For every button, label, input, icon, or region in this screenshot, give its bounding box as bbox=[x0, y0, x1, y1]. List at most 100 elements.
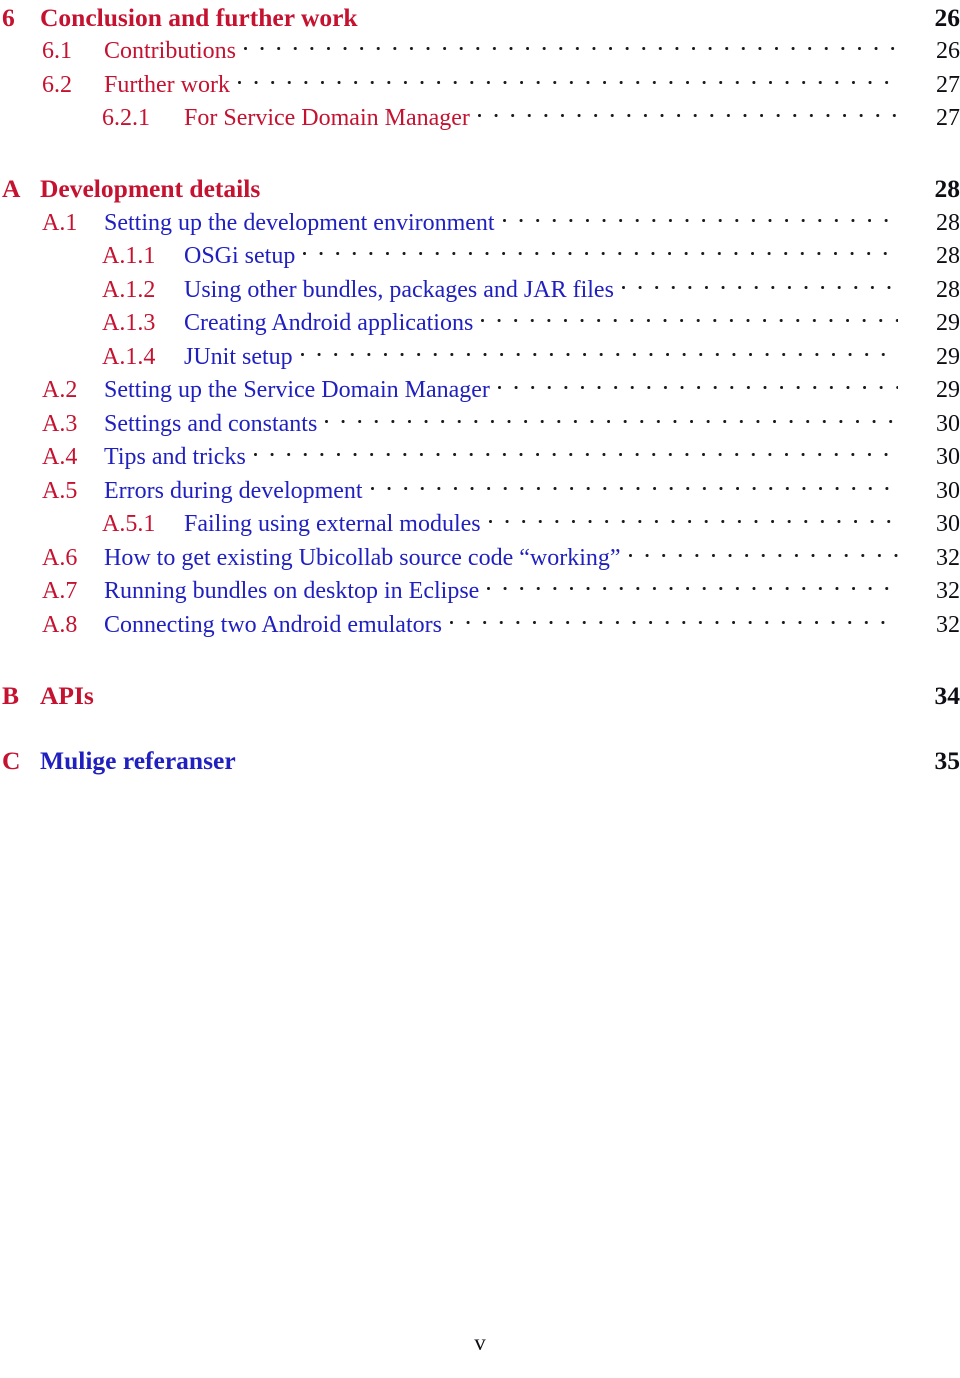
toc-entry-page-number: 28 bbox=[934, 174, 960, 203]
toc-entry[interactable]: 6.2 Further work 27 bbox=[0, 68, 960, 102]
toc-entry-page-number: 27 bbox=[936, 105, 960, 131]
toc-entry[interactable]: C Mulige referanser 35 bbox=[0, 743, 960, 777]
toc-entry[interactable]: A.1.2 Using other bundles, packages and J… bbox=[0, 273, 960, 307]
toc-entry-number: 6.1 bbox=[42, 38, 72, 64]
toc-entry[interactable]: 6.1 Contributions 26 bbox=[0, 34, 960, 68]
toc-entry-title[interactable]: Failing using external modules bbox=[184, 511, 481, 538]
toc-entry-page-number: 32 bbox=[936, 544, 960, 571]
toc-entry-title[interactable]: Connecting two Android emulators bbox=[104, 612, 442, 639]
toc-entry-page-number: 28 bbox=[936, 209, 960, 236]
toc-entry-title[interactable]: OSGi setup bbox=[184, 243, 295, 270]
toc-entry-page-number: 30 bbox=[936, 444, 960, 470]
toc-entry[interactable]: A.3 Settings and constants 30 bbox=[0, 407, 960, 441]
toc-entry[interactable]: A.5 Errors during development 30 bbox=[0, 474, 960, 508]
toc-entry[interactable]: A.8 Connecting two Android emulators 32 bbox=[0, 608, 960, 642]
toc-entry-title[interactable]: Using other bundles, packages and JAR fi… bbox=[184, 277, 614, 304]
toc-entry-number: A.1.4 bbox=[102, 343, 156, 370]
toc-entry[interactable]: A.6 How to get existing Ubicollab source … bbox=[0, 541, 960, 575]
toc-dot-leader bbox=[370, 474, 898, 498]
toc-entry-page-number: 26 bbox=[936, 38, 960, 64]
toc-entry-page-number: 34 bbox=[934, 680, 960, 710]
toc-entry[interactable]: A Development details 28 bbox=[0, 172, 960, 206]
toc-dot-leader bbox=[104, 678, 898, 704]
toc-dot-leader bbox=[244, 34, 898, 58]
toc-dot-leader bbox=[270, 172, 898, 198]
toc-entry-title[interactable]: Mulige referanser bbox=[40, 746, 236, 776]
toc-entry[interactable]: A.1.3 Creating Android applications 29 bbox=[0, 306, 960, 340]
toc-entry[interactable]: A.4 Tips and tricks 30 bbox=[0, 440, 960, 474]
toc-entry-title[interactable]: Creating Android applications bbox=[184, 310, 473, 337]
toc-entry-title[interactable]: Tips and tricks bbox=[104, 444, 246, 471]
toc-entry-title[interactable]: JUnit setup bbox=[184, 344, 293, 371]
toc-entry-title[interactable]: Further work bbox=[104, 72, 230, 99]
toc-entry-title[interactable]: How to get existing Ubicollab source cod… bbox=[104, 545, 621, 572]
toc-entry-number: A bbox=[2, 174, 21, 203]
toc-entry-title[interactable]: APIs bbox=[40, 681, 94, 711]
toc-dot-leader bbox=[237, 68, 898, 92]
table-of-contents: 6 Conclusion and further work 26 6.1 Contrib… bbox=[0, 0, 960, 777]
toc-entry-title[interactable]: For Service Domain Manager bbox=[184, 105, 470, 132]
toc-dot-leader bbox=[497, 373, 898, 397]
toc-entry-page-number: 32 bbox=[936, 611, 960, 638]
toc-entry-number: A.5 bbox=[42, 477, 78, 504]
toc-entry-title[interactable]: Settings and constants bbox=[104, 411, 317, 438]
toc-entry[interactable]: A.2 Setting up the Service Domain Manager… bbox=[0, 373, 960, 407]
toc-dot-leader bbox=[481, 306, 898, 330]
toc-entry-title[interactable]: Running bundles on desktop in Eclipse bbox=[104, 578, 479, 605]
toc-entry-number: A.1.3 bbox=[102, 310, 156, 336]
toc-entry[interactable]: A.1 Setting up the development environmen… bbox=[0, 206, 960, 240]
toc-entry-page-number: 26 bbox=[934, 2, 960, 32]
toc-entry[interactable]: 6 Conclusion and further work 26 bbox=[0, 0, 960, 34]
toc-entry-number: A.2 bbox=[42, 377, 78, 403]
toc-entry-page-number: 30 bbox=[936, 410, 960, 437]
toc-entry-title[interactable]: Errors during development bbox=[104, 478, 363, 505]
toc-entry-number: 6.2.1 bbox=[102, 105, 150, 131]
toc-entry-number: A.1 bbox=[42, 209, 78, 236]
toc-entry-number: B bbox=[2, 680, 20, 710]
toc-entry[interactable]: 6.2.1 For Service Domain Manager 27 bbox=[0, 101, 960, 135]
toc-entry-page-number: 28 bbox=[936, 243, 960, 269]
toc-entry-title[interactable]: Setting up the development environment bbox=[104, 210, 495, 237]
toc-dot-leader bbox=[488, 507, 898, 531]
toc-entry-page-number: 27 bbox=[936, 71, 960, 98]
toc-entry[interactable]: A.5.1 Failing using external modules 30 bbox=[0, 507, 960, 541]
toc-dot-leader bbox=[449, 608, 898, 632]
toc-entry-page-number: 29 bbox=[936, 310, 960, 336]
toc-entry-title[interactable]: Setting up the Service Domain Manager bbox=[104, 377, 490, 404]
toc-entry-number: A.5.1 bbox=[102, 511, 156, 537]
toc-spacer bbox=[0, 712, 960, 743]
toc-entry-title[interactable]: Conclusion and further work bbox=[40, 3, 358, 33]
toc-entry-title[interactable]: Contributions bbox=[104, 38, 236, 65]
toc-dot-leader bbox=[246, 743, 898, 769]
toc-entry-page-number: 30 bbox=[936, 511, 960, 537]
toc-entry-page-number: 35 bbox=[934, 745, 960, 775]
toc-dot-leader bbox=[502, 206, 898, 230]
toc-entry-number: A.1.1 bbox=[102, 243, 156, 269]
toc-dot-leader bbox=[487, 574, 898, 598]
toc-entry-title[interactable]: Development details bbox=[40, 174, 260, 204]
toc-dot-leader bbox=[621, 273, 898, 297]
toc-entry[interactable]: B APIs 34 bbox=[0, 678, 960, 712]
toc-entry-page-number: 30 bbox=[936, 477, 960, 504]
toc-entry-number: A.3 bbox=[42, 410, 78, 437]
toc-entry-number: A.6 bbox=[42, 544, 78, 571]
toc-dot-leader bbox=[368, 0, 898, 26]
toc-entry-number: 6.2 bbox=[42, 71, 72, 98]
toc-entry-page-number: 29 bbox=[936, 377, 960, 403]
toc-spacer bbox=[0, 641, 960, 678]
toc-dot-leader bbox=[628, 541, 898, 565]
toc-entry[interactable]: A.7 Running bundles on desktop in Eclipse… bbox=[0, 574, 960, 608]
toc-entry-page-number: 28 bbox=[936, 276, 960, 303]
toc-entry-page-number: 32 bbox=[936, 578, 960, 604]
toc-entry-number: A.1.2 bbox=[102, 276, 156, 303]
toc-entry-number: A.8 bbox=[42, 611, 78, 638]
toc-entry-number: A.7 bbox=[42, 578, 78, 604]
page-folio: v bbox=[474, 1330, 486, 1355]
toc-entry-number: A.4 bbox=[42, 444, 78, 470]
toc-spacer bbox=[0, 135, 960, 172]
toc-entry[interactable]: A.1.4 JUnit setup 29 bbox=[0, 340, 960, 374]
toc-entry[interactable]: A.1.1 OSGi setup 28 bbox=[0, 239, 960, 273]
toc-entry-number: 6 bbox=[2, 2, 15, 32]
toc-dot-leader bbox=[300, 340, 898, 364]
toc-dot-leader bbox=[325, 407, 898, 431]
